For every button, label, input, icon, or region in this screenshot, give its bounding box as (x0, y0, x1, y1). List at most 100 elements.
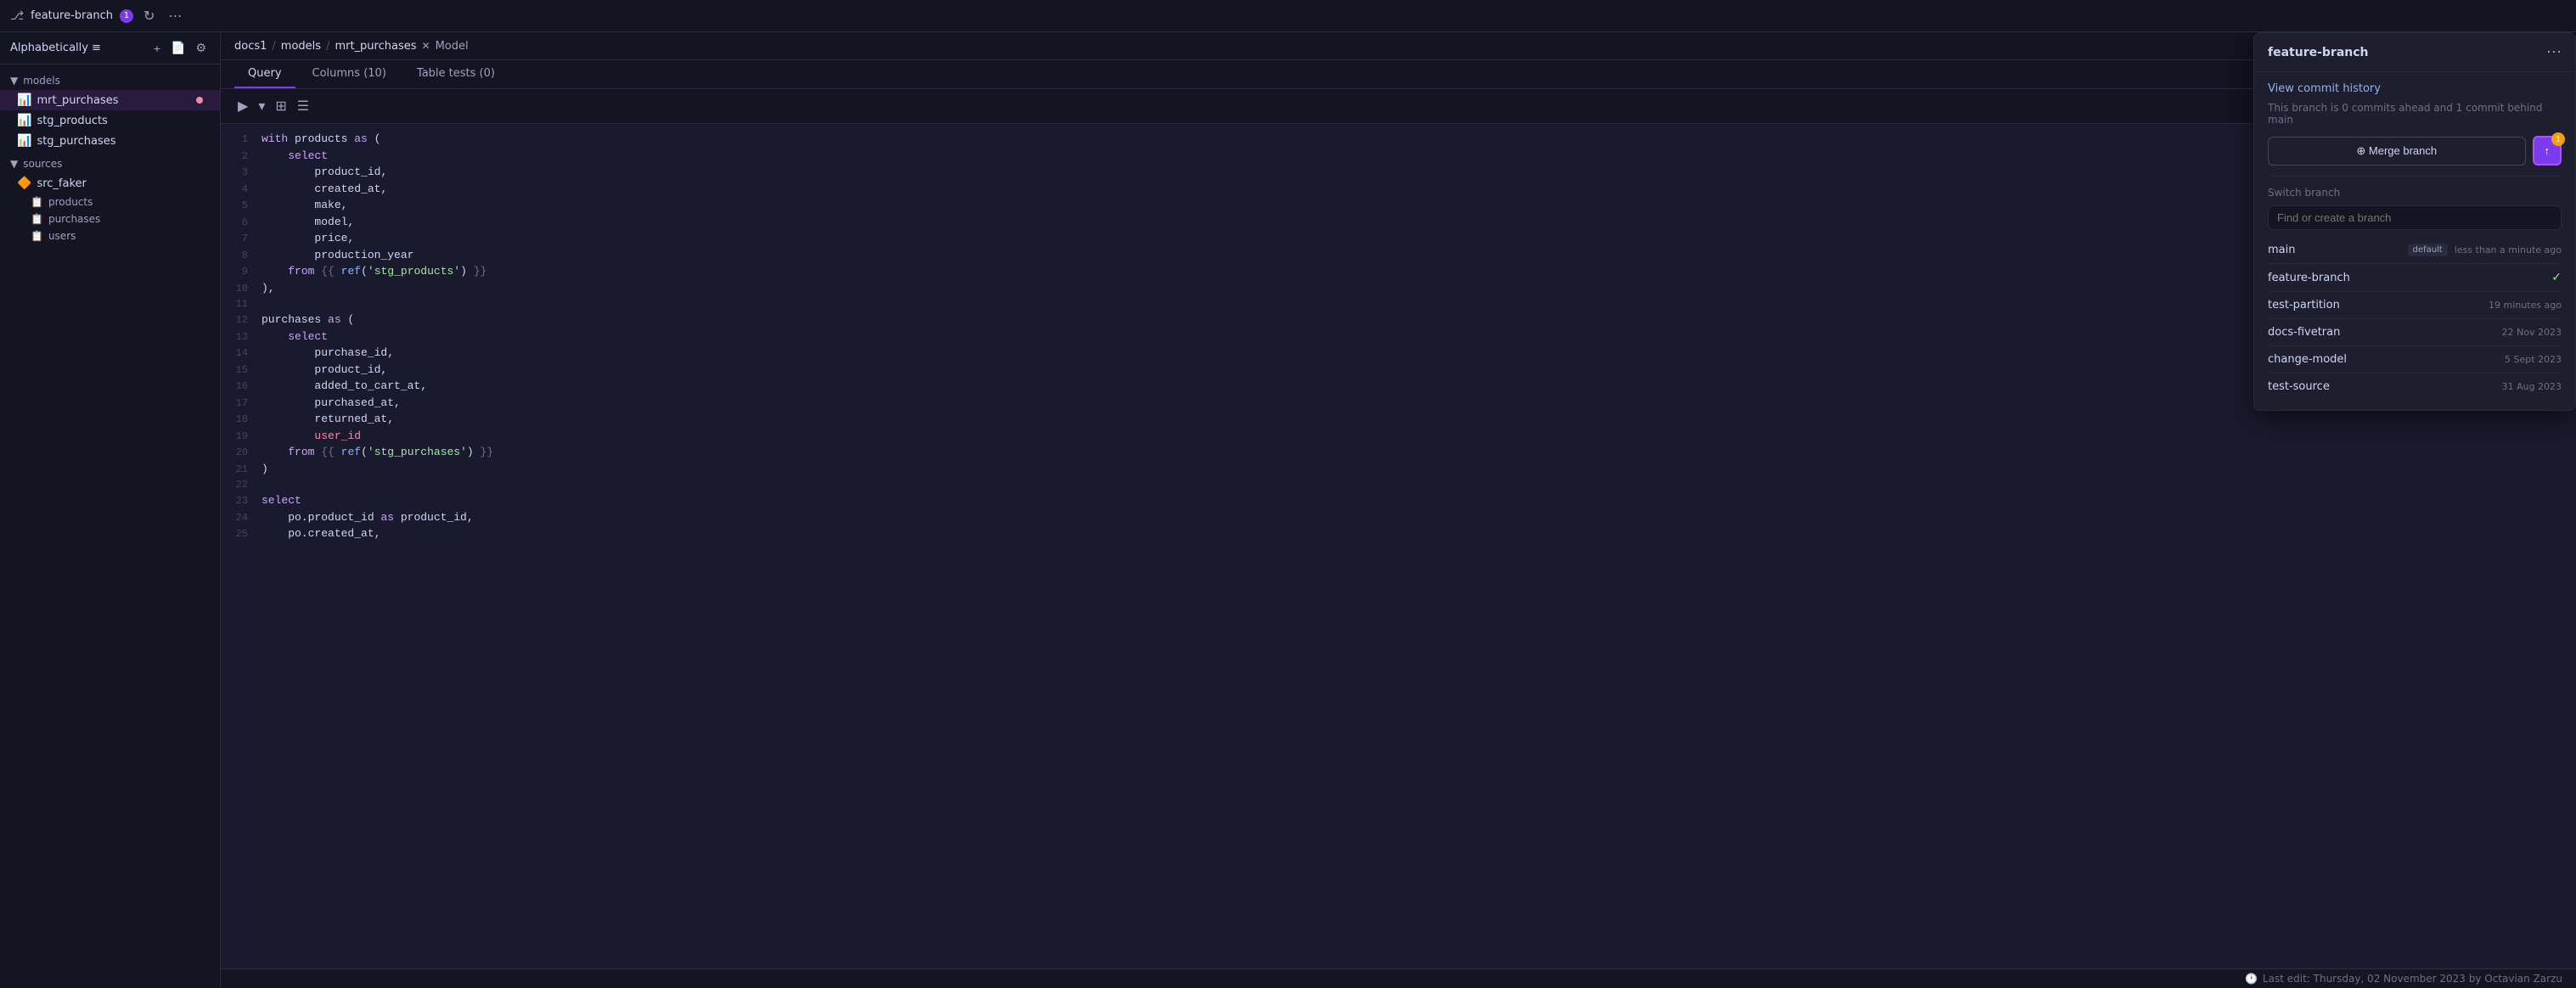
models-section-header[interactable]: ▼ models (0, 71, 220, 90)
breadcrumb-sep-1: / (272, 40, 275, 53)
code-line-24: 24 po.product_id as product_id, (221, 509, 2576, 526)
branch-list-item-change-model[interactable]: change-model 5 Sept 2023 (2268, 346, 2562, 373)
sources-collapse-icon: ▼ (10, 158, 18, 170)
code-line-2: 2 select (221, 148, 2576, 165)
sidebar-item-products[interactable]: 📋 products (0, 194, 220, 211)
sidebar-item-mrt-purchases[interactable]: 📊 mrt_purchases (0, 90, 220, 110)
models-section: ▼ models 📊 mrt_purchases 📊 stg_products … (0, 71, 220, 151)
content-area: docs1 / models / mrt_purchases ✕ Model ☆… (221, 32, 2576, 988)
stg-products-icon: 📊 (17, 114, 31, 127)
branch-notification-badge: 1 (120, 9, 133, 23)
purchases-label: purchases (48, 213, 100, 225)
add-file-button[interactable]: + (150, 39, 164, 57)
code-line-1: 1 with products as ( (221, 131, 2576, 148)
code-line-25: 25 po.created_at, (221, 525, 2576, 542)
code-line-7: 7 price, (221, 230, 2576, 247)
src-faker-icon: 🔶 (17, 177, 31, 190)
branch-name-label: feature-branch (31, 9, 113, 22)
merge-branch-button[interactable]: ⊕ Merge branch (2268, 137, 2526, 166)
push-icon: ↑ (2545, 144, 2551, 157)
users-table-icon: 📋 (31, 230, 43, 242)
sort-icon: ≡ (92, 42, 101, 54)
mrt-purchases-label: mrt_purchases (37, 94, 118, 107)
products-label: products (48, 196, 93, 208)
push-button[interactable]: ↑ 1 (2533, 136, 2562, 166)
code-line-15: 15 product_id, (221, 362, 2576, 379)
bottom-bar: 🕐 Last edit: Thursday, 02 November 2023 … (221, 968, 2576, 988)
code-line-18: 18 returned_at, (221, 411, 2576, 428)
code-line-19: 19 user_id (221, 428, 2576, 445)
switch-branch-label: Switch branch (2268, 187, 2562, 199)
sidebar-header: Alphabetically ≡ + 📄 ⚙ (0, 32, 220, 65)
current-branch-check: ✓ (2551, 271, 2562, 284)
products-table-icon: 📋 (31, 196, 43, 208)
editor-tabs: Query Columns (10) Table tests (0) (221, 60, 2576, 89)
last-edit-text: Last edit: Thursday, 02 November 2023 by… (2263, 973, 2562, 985)
models-collapse-icon: ▼ (10, 75, 18, 87)
code-line-10: 10 ), (221, 280, 2576, 297)
branch-list-item-docs-fivetran[interactable]: docs-fivetran 22 Nov 2023 (2268, 319, 2562, 346)
branch-popup-header: feature-branch ⋯ (2254, 33, 2575, 72)
sidebar-item-purchases[interactable]: 📋 purchases (0, 211, 220, 227)
branch-popup: feature-branch ⋯ View commit history Thi… (2253, 32, 2576, 411)
stg-purchases-icon: 📊 (17, 134, 31, 148)
view-commit-history-link[interactable]: View commit history (2268, 82, 2562, 95)
branch-list-item-test-source[interactable]: test-source 31 Aug 2023 (2268, 373, 2562, 400)
code-line-20: 20 from {{ ref('stg_purchases') }} (221, 444, 2576, 461)
branch-list: main default less than a minute ago feat… (2268, 237, 2562, 400)
breadcrumb-docs1: docs1 (234, 40, 267, 53)
sidebar-sort-label: Alphabetically ≡ (10, 42, 101, 54)
top-bar: ⎇ feature-branch 1 ↻ ⋯ (0, 0, 2576, 32)
code-line-9: 9 from {{ ref('stg_products') }} (221, 263, 2576, 280)
code-line-17: 17 purchased_at, (221, 395, 2576, 412)
breadcrumb-sep-2: / (326, 40, 329, 53)
code-line-16: 16 added_to_cart_at, (221, 378, 2576, 395)
default-badge: default (2408, 244, 2448, 256)
sidebar-item-src-faker[interactable]: 🔶 src_faker (0, 173, 220, 194)
sort-text: Alphabetically (10, 42, 88, 54)
code-line-14: 14 purchase_id, (221, 345, 2576, 362)
code-line-21: 21 ) (221, 461, 2576, 478)
breadcrumb: docs1 / models / mrt_purchases ✕ Model ☆ (221, 32, 2576, 60)
branch-list-item-test-partition[interactable]: test-partition 19 minutes ago (2268, 292, 2562, 319)
switch-branch-section: Switch branch main default less than a m… (2268, 176, 2562, 400)
tab-columns[interactable]: Columns (10) (299, 60, 400, 88)
sidebar-settings-button[interactable]: ⚙ (192, 39, 210, 57)
tab-query[interactable]: Query (234, 60, 295, 88)
format-button[interactable]: ⊞ (272, 94, 290, 118)
code-editor[interactable]: 1 with products as ( 2 select 3 product_… (221, 124, 2576, 968)
sidebar-item-stg-products[interactable]: 📊 stg_products (0, 110, 220, 131)
code-line-4: 4 created_at, (221, 181, 2576, 198)
code-line-11: 11 (221, 296, 2576, 312)
code-line-23: 23 select (221, 492, 2576, 509)
models-label: models (23, 75, 60, 87)
code-line-13: 13 select (221, 328, 2576, 345)
breadcrumb-file-type-icon: ✕ (422, 40, 430, 52)
branch-search-input[interactable] (2268, 205, 2562, 230)
stg-products-label: stg_products (37, 115, 107, 127)
editor-toolbar: ▶ ▾ ⊞ ☰ (221, 89, 2576, 124)
sidebar-actions: + 📄 ⚙ (150, 39, 210, 57)
run-dropdown-button[interactable]: ▾ (255, 94, 268, 118)
refresh-button[interactable]: ↻ (140, 6, 158, 26)
more-options-button[interactable]: ⋯ (165, 6, 185, 26)
sources-section-header[interactable]: ▼ sources (0, 154, 220, 173)
commit-info-text: This branch is 0 commits ahead and 1 com… (2268, 102, 2562, 126)
branch-popup-title: feature-branch (2268, 46, 2369, 59)
sources-section: ▼ sources 🔶 src_faker 📋 products 📋 purch… (0, 154, 220, 244)
purchases-table-icon: 📋 (31, 213, 43, 225)
list-button[interactable]: ☰ (294, 94, 312, 118)
sources-label: sources (23, 158, 62, 170)
tab-table-tests[interactable]: Table tests (0) (403, 60, 509, 88)
push-badge: 1 (2551, 132, 2565, 146)
branch-list-item-feature-branch[interactable]: feature-branch ✓ (2268, 264, 2562, 292)
clock-icon: 🕐 (2245, 973, 2258, 985)
branch-list-item-main[interactable]: main default less than a minute ago (2268, 237, 2562, 264)
save-file-button[interactable]: 📄 (167, 39, 188, 57)
branch-icon: ⎇ (10, 9, 24, 23)
code-line-22: 22 (221, 477, 2576, 492)
sidebar-item-users[interactable]: 📋 users (0, 227, 220, 244)
sidebar-item-stg-purchases[interactable]: 📊 stg_purchases (0, 131, 220, 151)
branch-popup-more-button[interactable]: ⋯ (2546, 43, 2562, 61)
run-button[interactable]: ▶ (234, 94, 251, 118)
